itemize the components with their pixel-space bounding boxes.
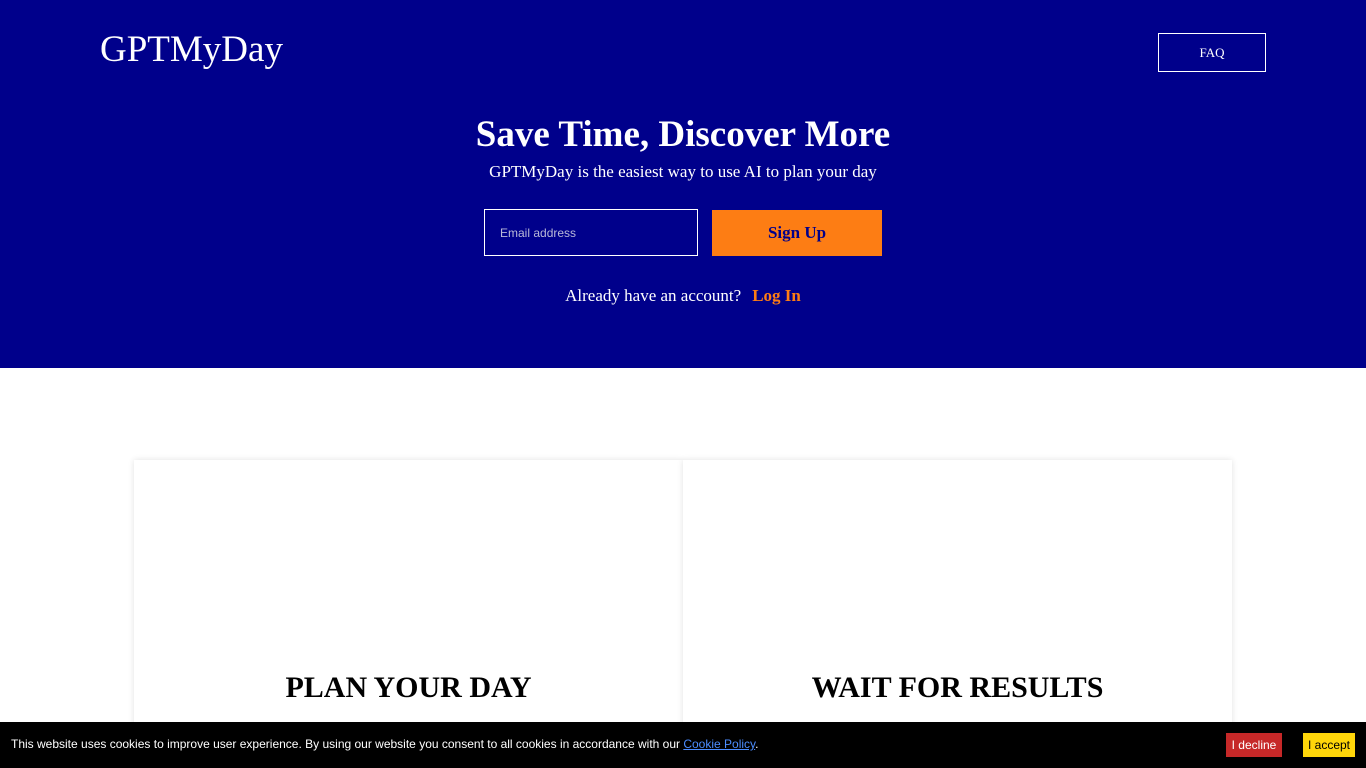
login-prompt: Already have an account? Log In: [0, 286, 1366, 306]
site-logo[interactable]: GPTMyDay: [100, 28, 283, 72]
cookie-policy-link[interactable]: Cookie Policy: [683, 737, 755, 751]
cookie-banner: This website uses cookies to improve use…: [0, 722, 1366, 768]
signup-button[interactable]: Sign Up: [712, 210, 882, 256]
feature-title: PLAN YOUR DAY: [285, 671, 532, 704]
login-link[interactable]: Log In: [752, 286, 801, 306]
hero-title: Save Time, Discover More: [475, 114, 891, 155]
email-input[interactable]: [484, 209, 698, 256]
accept-cookies-button[interactable]: I accept: [1303, 733, 1355, 757]
faq-button[interactable]: FAQ: [1158, 33, 1266, 72]
account-prompt-text: Already have an account?: [565, 286, 742, 305]
cookie-message-text: This website uses cookies to improve use…: [11, 737, 684, 751]
hero-subtitle: GPTMyDay is the easiest way to use AI to…: [489, 162, 877, 181]
feature-title: WAIT FOR RESULTS: [811, 671, 1104, 704]
cookie-message-end: .: [755, 737, 759, 751]
hero-section: GPTMyDay FAQ Save Time, Discover More GP…: [0, 0, 1366, 368]
decline-cookies-button[interactable]: I decline: [1226, 733, 1282, 757]
cookie-message: This website uses cookies to improve use…: [11, 737, 759, 751]
